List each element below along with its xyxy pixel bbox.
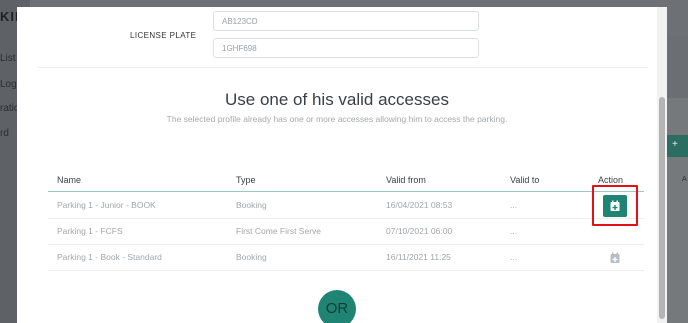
valid-accesses-modal: LICENSE PLATE Use one of his valid acces…	[17, 7, 667, 323]
row-valid-to: ...	[510, 200, 518, 210]
row-divider	[48, 218, 644, 219]
row-name: Parking 1 - FCFS	[57, 226, 123, 236]
column-header-action: Action	[598, 175, 624, 185]
table-header-underline	[48, 191, 644, 192]
column-header-name: Name	[57, 175, 82, 185]
section-divider	[38, 67, 648, 68]
plus-icon: +	[672, 139, 678, 150]
action-highlight-box	[592, 185, 638, 226]
column-header-valid-from: Valid from	[386, 175, 426, 185]
background-right-panel	[666, 98, 688, 323]
row-valid-from: 07/10/2021 06:00	[386, 226, 453, 236]
row-valid-from: 16/11/2021 11:25	[386, 252, 451, 262]
row-valid-to: ...	[510, 226, 518, 236]
row-divider	[48, 244, 644, 245]
calendar-plus-icon[interactable]	[609, 252, 621, 264]
row-name: Parking 1 - Book - Standard	[57, 252, 162, 262]
row-valid-from: 16/04/2021 08:53	[386, 200, 453, 210]
row-type: First Come First Serve	[236, 226, 322, 236]
column-header-type: Type	[236, 175, 256, 185]
or-separator: OR	[318, 290, 356, 323]
row-divider	[48, 270, 644, 271]
license-plate-input-secondary[interactable]	[213, 38, 479, 58]
accesses-heading: Use one of his valid accesses	[225, 90, 449, 109]
background-nav-item: List	[0, 53, 16, 64]
column-header-valid-to: Valid to	[510, 175, 540, 185]
background-nav-item: rd	[0, 128, 9, 139]
modal-scrollbar-thumb[interactable]	[659, 97, 665, 319]
background-add-button: +	[666, 135, 688, 157]
background-right-label: A	[682, 176, 687, 183]
license-plate-label: LICENSE PLATE	[130, 31, 197, 40]
accesses-subheading: The selected profile already has one or …	[166, 114, 508, 124]
row-valid-to: ...	[510, 252, 518, 262]
row-name: Parking 1 - Junior - BOOK	[57, 200, 156, 210]
row-type: Booking	[236, 252, 267, 262]
row-type: Booking	[236, 200, 267, 210]
license-plate-input-primary[interactable]	[213, 11, 479, 31]
